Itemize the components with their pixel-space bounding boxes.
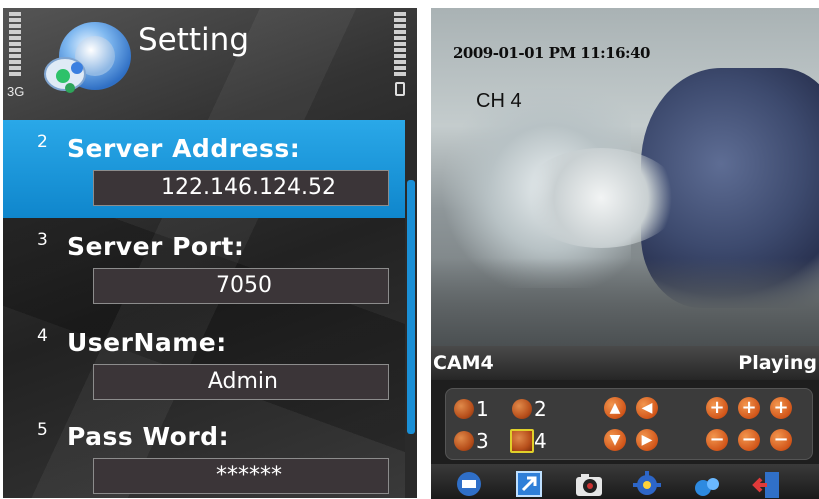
username-input[interactable]: Admin [93,364,389,400]
pan-right-button[interactable]: ▶ [636,429,658,451]
camera-1-button[interactable]: 1 [452,395,492,423]
pan-left-button[interactable]: ◀ [636,397,658,419]
play-state-label: Playing [738,352,817,374]
password-input[interactable]: ****** [93,458,389,494]
focus-out-button[interactable]: − [738,429,760,451]
password-label: Pass Word: [67,422,230,451]
channel-label: CH 4 [476,90,522,112]
control-pad: 1 2 3 4 ▲ ◀ ▼ ▶ + + + − − − [445,388,813,460]
focus-in-button[interactable]: + [738,397,760,419]
pan-down-button[interactable]: ▼ [604,429,626,451]
field-index: 2 [37,132,48,152]
status-bar: CAM4 Playing [431,346,819,380]
control-panel: 1 2 3 4 ▲ ◀ ▼ ▶ + + + − − − [431,380,819,464]
camera-4-button[interactable]: 4 [510,427,550,455]
search-icon[interactable] [691,468,723,498]
zoom-in-button[interactable]: + [706,397,728,419]
signal-strength-icon [9,12,21,78]
scrollbar-thumb[interactable] [407,180,415,434]
settings-icon[interactable] [631,468,663,498]
field-index: 4 [37,326,48,346]
page-title: Setting [138,22,249,58]
server-port-label: Server Port: [67,232,245,261]
settings-screen: 3G Setting 2 Server Address: 122.146.124… [3,8,417,498]
server-port-row[interactable]: 3 Server Port: 7050 [3,218,405,316]
password-row[interactable]: 5 Pass Word: ****** [3,408,405,498]
video-feed[interactable]: 2009-01-01 PM 11:16:40 CH 4 [431,8,819,346]
zoom-out-button[interactable]: − [706,429,728,451]
pan-up-button[interactable]: ▲ [604,397,626,419]
app-logo-icon [44,22,131,93]
scrollbar[interactable] [405,120,417,498]
field-index: 5 [37,420,48,440]
camera-3-button[interactable]: 3 [452,427,492,455]
network-type-label: 3G [7,84,25,99]
video-timestamp: 2009-01-01 PM 11:16:40 [453,44,650,62]
server-address-label: Server Address: [67,134,301,163]
fullscreen-icon[interactable] [513,468,545,498]
toolbar [431,464,819,499]
camera-label: CAM4 [433,352,494,374]
username-row[interactable]: 4 UserName: Admin [3,314,405,412]
server-port-input[interactable]: 7050 [93,268,389,304]
username-label: UserName: [67,328,227,357]
battery-icon [395,82,405,96]
server-address-row[interactable]: 2 Server Address: 122.146.124.52 [3,120,405,218]
battery-level-icon [394,12,406,78]
server-address-input[interactable]: 122.146.124.52 [93,170,389,206]
snapshot-icon[interactable] [573,468,605,498]
exit-icon[interactable] [751,468,783,498]
iris-open-button[interactable]: + [770,397,792,419]
iris-close-button[interactable]: − [770,429,792,451]
camera-2-button[interactable]: 2 [510,395,550,423]
stop-icon[interactable] [453,468,485,498]
viewer-screen: 2009-01-01 PM 11:16:40 CH 4 CAM4 Playing… [431,8,819,499]
field-index: 3 [37,230,48,250]
